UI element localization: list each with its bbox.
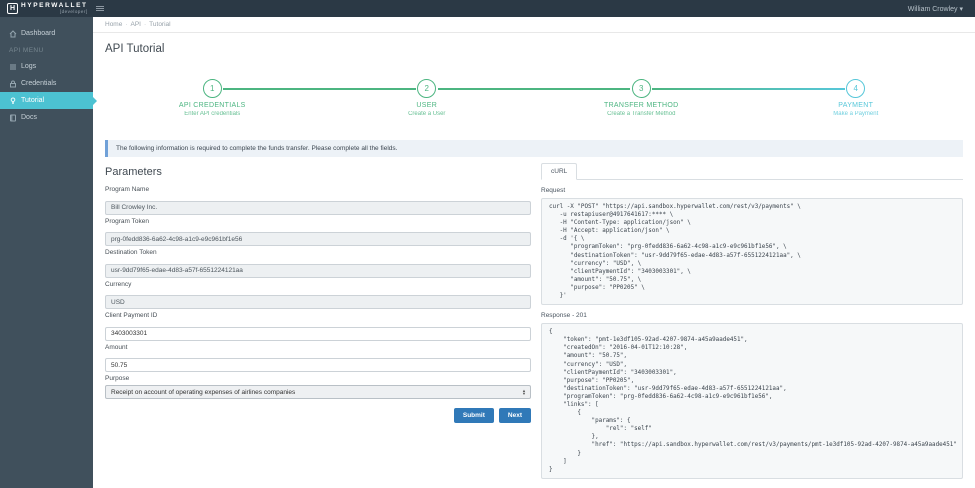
breadcrumb-home[interactable]: Home [105,21,122,28]
step-transfer-method[interactable]: 3 TRANSFER METHOD Create a Transfer Meth… [534,79,749,127]
program-name-label: Program Name [105,186,150,193]
step-payment[interactable]: 4 PAYMENT Make a Payment [749,79,964,127]
code-panel: cURL Request curl -X "POST" "https://api… [541,163,963,479]
step-user[interactable]: 2 USER Create a User [320,79,535,127]
step-number-badge: 3 [631,79,651,98]
purpose-select[interactable]: Receipt on account of operating expenses… [105,385,531,399]
program-name-input [105,200,531,215]
step-title: API CREDENTIALS [178,102,246,109]
step-subtitle: Enter API credentials [184,111,241,117]
sidebar-item-label: Logs [21,63,37,70]
purpose-label: Purpose [105,375,130,382]
destination-token-label: Destination Token [105,249,157,256]
sidebar-item-label: Docs [21,114,37,121]
step-number-badge: 4 [846,79,866,98]
sidebar-item-credentials[interactable]: Credentials [0,75,93,92]
lock-icon [9,80,17,88]
sidebar-item-label: Credentials [21,80,57,87]
sidebar-item-dashboard[interactable]: Dashboard [0,25,93,42]
step-title: TRANSFER METHOD [604,102,679,109]
sidebar-item-logs[interactable]: Logs [0,58,93,75]
request-label: Request [541,187,566,194]
client-payment-id-label: Client Payment ID [105,312,158,319]
currency-label: Currency [105,280,132,288]
main-content: Home · API · Tutorial API Tutorial 1 API CRE… [93,17,975,488]
parameters-heading: Parameters [105,166,162,178]
submit-button[interactable]: Submit [453,408,494,423]
breadcrumb-current: Tutorial [149,21,171,28]
brand-logo: H HYPERWALLET [developer] [7,2,88,15]
response-code-block: { "token": "pmt-1e3df105-92ad-4207-9874-… [541,323,963,479]
home-icon [9,29,17,38]
select-stepper-icon: ▲ ▼ [522,387,526,396]
user-menu[interactable]: William Crowley ▾ [908,5,963,13]
step-subtitle: Create a User [408,111,446,117]
page-title: API Tutorial [105,43,165,55]
destination-token-input [105,263,531,278]
step-api-credentials[interactable]: 1 API CREDENTIALS Enter API credentials [105,79,320,127]
top-bar: H HYPERWALLET [developer] William Crowle… [0,0,975,17]
info-banner: The following information is required to… [105,140,963,157]
breadcrumb-api[interactable]: API [131,21,141,28]
list-icon [9,63,17,71]
tab-curl[interactable]: cURL [541,163,578,180]
amount-label: Amount [105,343,128,351]
program-token-label: Program Token [105,217,149,225]
purpose-selected-value: Receipt on account of operating expenses… [111,388,296,396]
sidebar-item-label: Tutorial [21,97,45,104]
sidebar-item-label: Dashboard [21,30,56,37]
lightbulb-icon [9,97,17,105]
sidebar: Dashboard API MENU Logs Credentials Tuto… [0,17,97,488]
request-code-block: curl -X "POST" "https://api.sandbox.hype… [541,198,963,306]
sidebar-item-docs[interactable]: Docs [0,109,93,126]
book-icon [9,114,17,122]
step-subtitle: Create a Transfer Method [607,111,676,117]
brand-h-icon: H [7,3,18,14]
step-title: PAYMENT [838,102,874,109]
next-button[interactable]: Next [498,408,531,423]
response-label: Response - 201 [541,312,587,320]
client-payment-id-input[interactable] [105,326,531,341]
step-number-badge: 2 [417,79,437,98]
step-number-badge: 1 [202,79,222,98]
parameters-form: Parameters Program Name Program Token De… [105,163,537,479]
app-window: H HYPERWALLET [developer] William Crowle… [0,0,975,488]
program-token-input [105,232,531,246]
code-tabs: cURL [541,163,963,180]
progress-stepper: 1 API CREDENTIALS Enter API credentials … [105,79,963,127]
currency-input [105,295,531,309]
sidebar-section-api-menu: API MENU [9,46,44,54]
step-subtitle: Make a Payment [833,111,879,117]
sidebar-toggle-icon[interactable] [95,6,104,11]
amount-input[interactable] [105,358,531,372]
breadcrumb: Home · API · Tutorial [93,17,975,33]
sidebar-item-tutorial[interactable]: Tutorial [0,92,97,109]
brand-subtitle: [developer] [59,8,88,14]
step-title: USER [416,102,438,109]
